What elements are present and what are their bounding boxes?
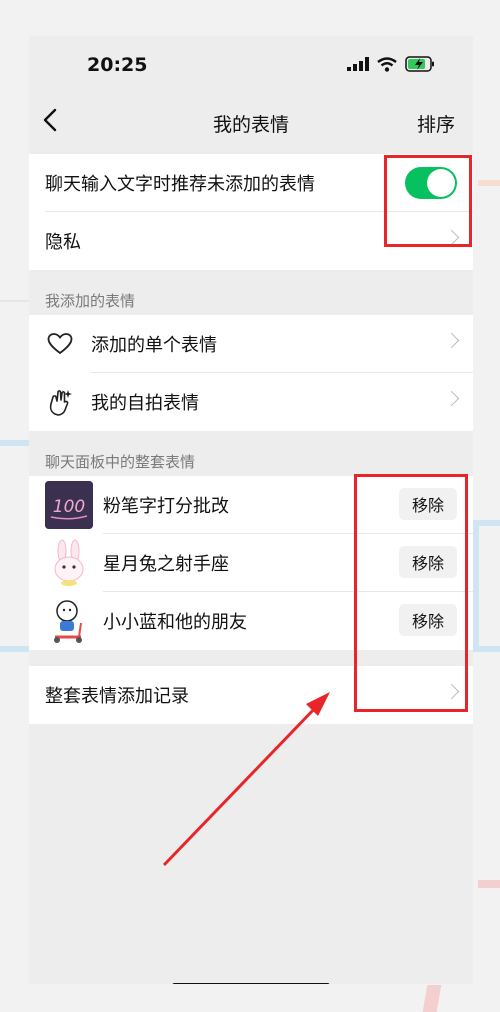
- annotation-arrow: [162, 692, 330, 867]
